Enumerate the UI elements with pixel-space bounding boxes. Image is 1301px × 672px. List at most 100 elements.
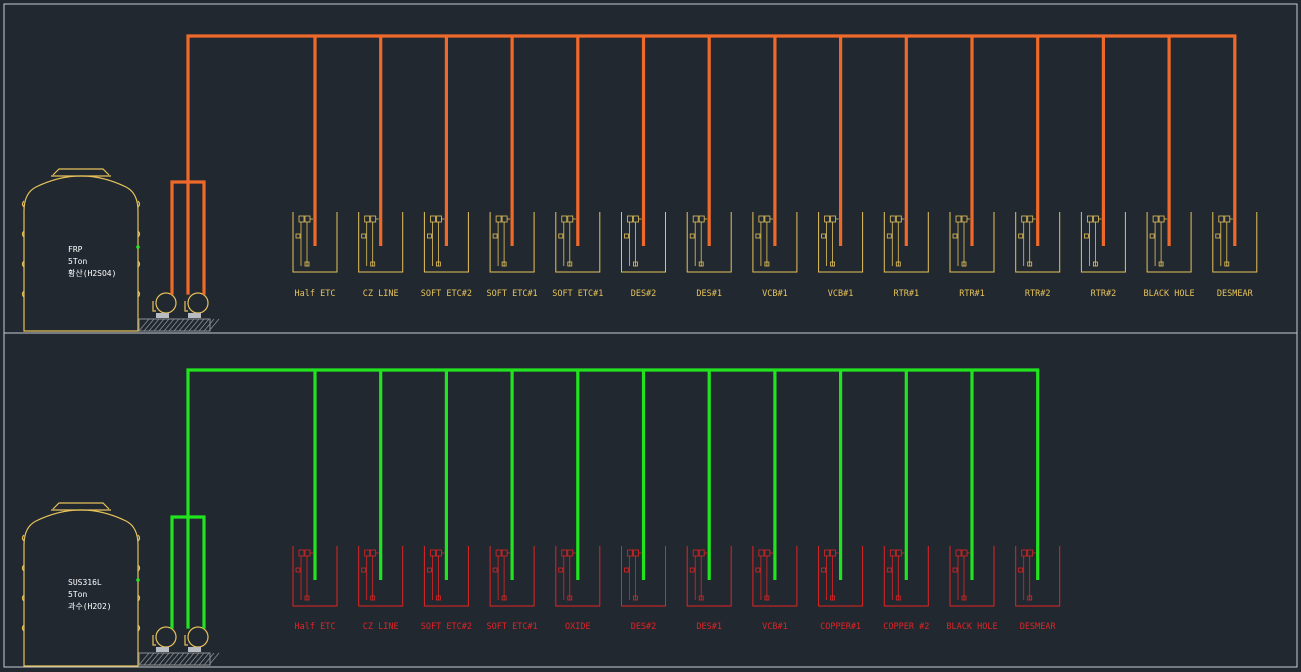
process-bath: DES#2 <box>621 370 666 632</box>
level-sensor-icon <box>633 549 639 557</box>
level-sensor-icon <box>1218 215 1225 223</box>
tank-label-line: FRP <box>68 245 83 254</box>
float-icon <box>1084 233 1089 239</box>
tank-hatch-cover <box>52 502 110 510</box>
level-sensor-icon <box>830 215 836 223</box>
process-bath: RTR#1 <box>949 36 995 299</box>
float-icon <box>426 567 432 573</box>
base-hatch <box>168 318 180 332</box>
tank-label-line: 5Ton <box>68 590 87 599</box>
main-header-pipe <box>186 34 1237 295</box>
level-sensor-icon <box>633 215 639 223</box>
float-icon <box>492 567 498 573</box>
bath-label: RTR#1 <box>894 289 920 299</box>
level-sensor-icon <box>304 549 311 557</box>
base-hatch <box>163 318 175 332</box>
process-bath: SOFT ETC#1 <box>487 370 538 632</box>
level-sensor-icon <box>627 549 633 557</box>
base-hatch <box>143 652 155 666</box>
level-sensor-icon <box>830 549 836 557</box>
base-hatch <box>183 318 195 332</box>
float-icon <box>624 233 629 239</box>
base-hatch <box>198 318 210 332</box>
level-sensor-icon <box>824 215 830 223</box>
float-icon <box>1149 233 1155 239</box>
level-sensor-icon <box>1027 549 1034 557</box>
level-sensor-icon <box>961 215 968 223</box>
bath-label: DES#2 <box>631 289 657 299</box>
process-bath: DES#2 <box>621 36 666 299</box>
float-icon <box>624 567 629 573</box>
level-sensor-icon <box>698 215 705 223</box>
base-hatch <box>173 652 185 666</box>
process-bath: SOFT ETC#1 <box>552 36 603 299</box>
float-icon <box>558 567 564 573</box>
tank-label-line: 과수(H2O2) <box>68 602 112 611</box>
level-sensor-icon <box>1021 215 1028 223</box>
level-sensor-icon <box>1158 215 1165 223</box>
level-sensor-icon <box>495 215 502 223</box>
level-sensor-icon <box>889 215 896 223</box>
float-icon <box>492 233 498 239</box>
pump-foot <box>188 313 201 318</box>
level-sensor-icon <box>961 549 968 557</box>
base-hatch <box>143 318 155 332</box>
level-sensor-icon <box>501 549 508 557</box>
level-sensor-icon <box>955 549 962 557</box>
base-hatch <box>153 318 165 332</box>
tank-label-line: SUS316L <box>68 578 102 587</box>
bath-label: RTR#1 <box>959 289 985 299</box>
level-sensor-icon <box>561 549 568 557</box>
base-hatch <box>178 652 190 666</box>
base-hatch <box>148 318 160 332</box>
bath-label: CZ LINE <box>363 289 399 299</box>
level-sensor-icon <box>758 215 765 223</box>
float-icon <box>886 233 892 239</box>
float-icon <box>952 567 958 573</box>
process-bath: Half ETC <box>292 36 338 299</box>
base-hatch <box>203 318 215 332</box>
base-hatch <box>163 652 175 666</box>
level-sensor-icon <box>895 549 902 557</box>
pump-icon <box>187 626 209 648</box>
process-bath: VCB#1 <box>752 36 798 299</box>
process-bath: BLACK HOLE <box>1144 36 1195 299</box>
process-bath: VCB#1 <box>818 36 864 299</box>
float-icon <box>1215 233 1221 239</box>
level-sensor-icon <box>561 215 568 223</box>
bath-label: VCB#1 <box>762 622 788 632</box>
float-icon <box>689 567 695 573</box>
bath-label: VCB#1 <box>762 289 788 299</box>
base-hatch <box>158 652 170 666</box>
bath-label: DESMEAR <box>1217 289 1254 299</box>
float-icon <box>1018 567 1024 573</box>
process-bath: BLACK HOLE <box>946 370 998 632</box>
level-sensor-icon <box>501 215 508 223</box>
tank-band-left <box>21 200 25 208</box>
bath-label: BLACK HOLE <box>1144 289 1195 299</box>
bath-label: SOFT ETC#1 <box>487 289 538 299</box>
base-hatch <box>173 318 185 332</box>
process-bath: SOFT ETC#2 <box>421 36 472 299</box>
level-sensor-icon <box>889 549 896 557</box>
level-sensor-icon <box>567 215 574 223</box>
process-bath: Half ETC <box>292 370 338 632</box>
tank-label-line: 황산(H2SO4) <box>68 268 116 278</box>
process-bath: DESMEAR <box>1015 370 1061 632</box>
process-bath: RTR#2 <box>1015 36 1061 299</box>
base-hatch <box>193 652 205 666</box>
level-sensor-icon <box>1093 215 1099 223</box>
base-hatch <box>183 652 195 666</box>
process-bath: SOFT ETC#2 <box>421 370 472 632</box>
float-icon <box>821 567 826 573</box>
process-bath: RTR#2 <box>1080 36 1126 299</box>
level-sensor-icon <box>429 549 436 557</box>
bath-label: Half ETC <box>295 289 336 299</box>
float-icon <box>295 233 301 239</box>
level-sensor-icon <box>692 549 699 557</box>
pump-icon <box>155 626 177 648</box>
process-bath: DESMEAR <box>1212 36 1258 299</box>
level-sensor-icon <box>764 549 771 557</box>
level-sensor-icon <box>955 215 962 223</box>
storage-tank: SUS316L 5Ton 과수(H2O2) <box>21 502 141 667</box>
